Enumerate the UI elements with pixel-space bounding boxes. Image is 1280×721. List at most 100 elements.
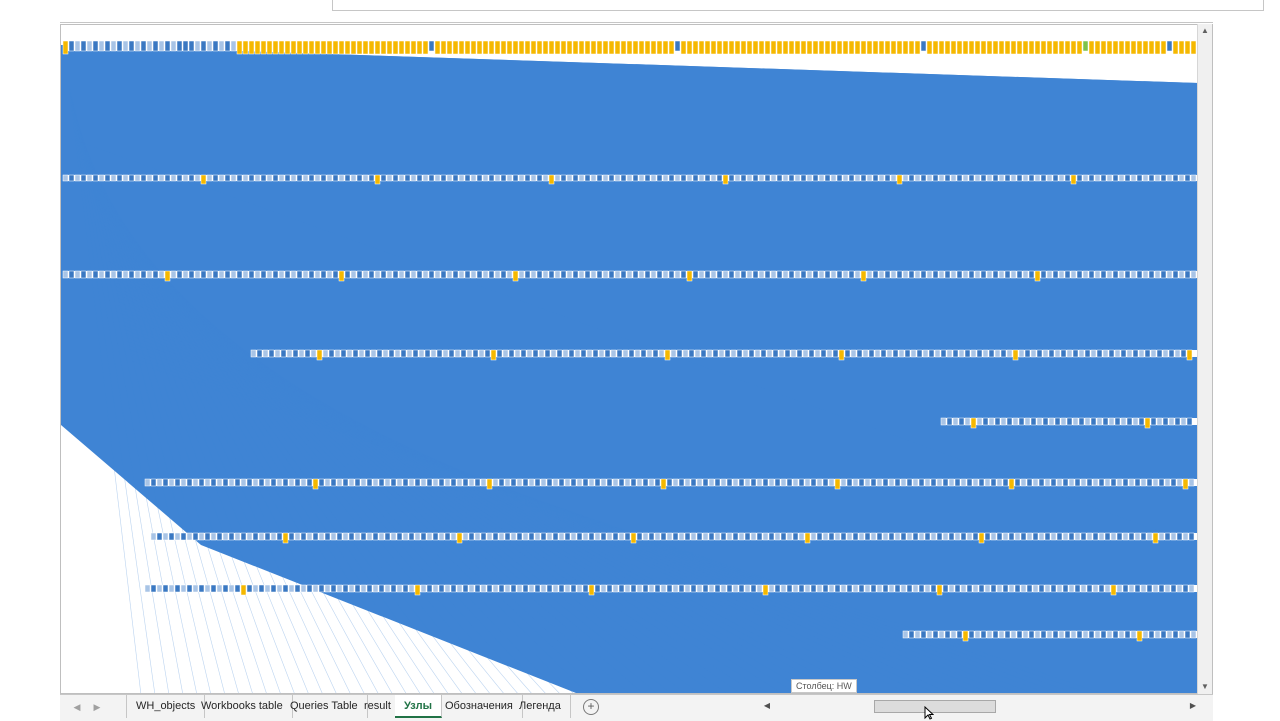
graph-node [486, 584, 493, 593]
graph-node [636, 478, 643, 487]
graph-node [760, 349, 767, 358]
add-sheet-button[interactable]: + [583, 699, 599, 715]
graph-node [816, 584, 823, 593]
graph-node [222, 478, 229, 487]
worksheet-grid[interactable] [60, 24, 1213, 694]
tab-uzly[interactable]: Узлы [395, 695, 442, 718]
graph-node [798, 532, 805, 541]
tab-legenda[interactable]: Легенда [510, 695, 571, 718]
graph-node [246, 532, 253, 541]
graph-node [834, 584, 841, 593]
graph-node [858, 584, 865, 593]
graph-node [1052, 40, 1059, 55]
graph-node [714, 532, 721, 541]
graph-node [460, 349, 467, 358]
graph-node [738, 478, 745, 487]
graph-node [504, 584, 511, 593]
graph-node [312, 478, 319, 490]
scroll-thumb[interactable] [874, 700, 996, 713]
graph-node [210, 584, 217, 593]
graph-node [1180, 349, 1187, 358]
tab-workbooks-table[interactable]: Workbooks table [192, 695, 293, 718]
graph-node [300, 532, 307, 541]
graph-node [198, 532, 205, 541]
graph-node [390, 478, 397, 487]
graph-node [416, 40, 423, 55]
graph-node [472, 349, 479, 358]
graph-node [1044, 478, 1051, 487]
tab-prev-icon[interactable]: ◀ [68, 695, 86, 719]
graph-node [326, 174, 333, 182]
graph-node [668, 270, 675, 279]
graph-node [476, 174, 483, 182]
graph-node [734, 174, 741, 182]
graph-node [410, 174, 417, 182]
graph-node [236, 174, 243, 182]
graph-node [164, 40, 171, 52]
graph-node [742, 349, 749, 358]
graph-node [540, 584, 547, 593]
graph-node [822, 478, 829, 487]
graph-node [176, 40, 183, 52]
graph-node [1142, 174, 1149, 182]
graph-node [988, 349, 995, 358]
graph-node [630, 532, 637, 544]
graph-node [1082, 630, 1089, 639]
scroll-left-icon[interactable]: ◀ [760, 698, 774, 714]
graph-node [1092, 532, 1099, 541]
graph-node [434, 174, 441, 182]
graph-node [1112, 630, 1119, 639]
formula-bar[interactable] [332, 0, 1264, 11]
graph-node [566, 270, 573, 279]
graph-node [1172, 630, 1179, 639]
graph-node [224, 174, 231, 182]
graph-node [686, 40, 693, 55]
graph-node [1178, 630, 1185, 639]
scroll-down-icon[interactable]: ▼ [1198, 680, 1212, 694]
horizontal-scrollbar[interactable]: ◀ ▶ [760, 698, 1200, 714]
graph-node [860, 270, 867, 282]
graph-node [170, 270, 177, 279]
graph-node [596, 270, 603, 279]
vertical-scrollbar[interactable]: ▲ ▼ [1197, 24, 1212, 694]
graph-node [362, 40, 369, 55]
graph-node [240, 532, 247, 541]
graph-node [528, 478, 535, 487]
graph-node [672, 584, 679, 593]
graph-node [272, 40, 279, 55]
graph-node [356, 40, 363, 55]
graph-node [1136, 630, 1143, 642]
graph-node [256, 349, 263, 358]
graph-node [462, 532, 469, 541]
graph-node [626, 40, 633, 55]
graph-node [122, 270, 129, 279]
scroll-right-icon[interactable]: ▶ [1186, 698, 1200, 714]
graph-node [990, 584, 997, 593]
graph-node [308, 174, 315, 182]
graph-node [796, 349, 803, 358]
graph-node [1080, 584, 1087, 593]
graph-node [1092, 584, 1099, 593]
graph-node [320, 174, 327, 182]
graph-node [448, 349, 455, 358]
graph-node [128, 174, 135, 182]
graph-node [274, 349, 281, 358]
graph-node [916, 349, 923, 358]
graph-node [866, 174, 873, 182]
scroll-up-icon[interactable]: ▲ [1198, 24, 1212, 38]
graph-node [182, 40, 189, 52]
graph-node [478, 349, 485, 358]
tab-next-icon[interactable]: ▶ [88, 695, 106, 719]
graph-node [306, 478, 313, 487]
graph-node [1052, 630, 1059, 639]
graph-node [602, 174, 609, 182]
graph-node [710, 270, 717, 279]
graph-node [980, 270, 987, 279]
graph-node [204, 584, 211, 593]
graph-node [1086, 584, 1093, 593]
graph-node [996, 532, 1003, 541]
graph-node [548, 174, 555, 185]
graph-node [884, 40, 891, 55]
graph-node [878, 174, 885, 182]
graph-node [832, 349, 839, 358]
